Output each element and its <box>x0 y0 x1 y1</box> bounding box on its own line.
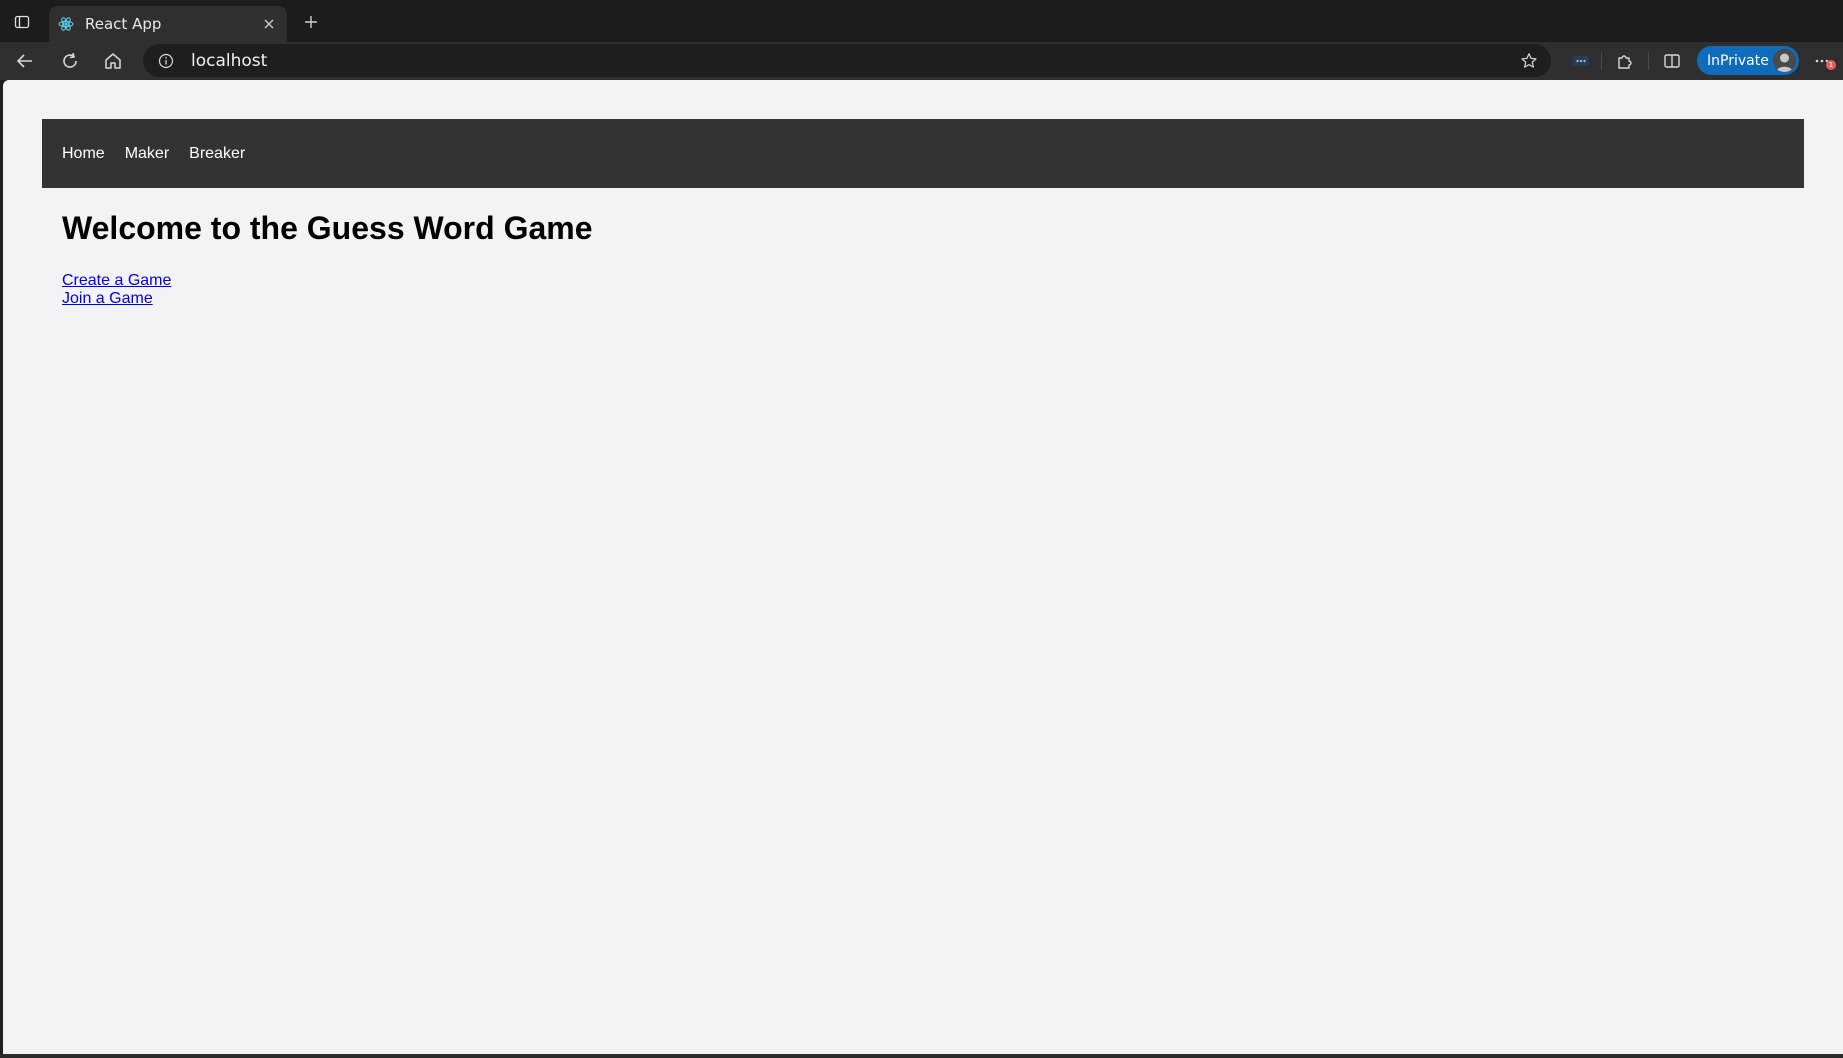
nav-link-maker[interactable]: Maker <box>125 145 169 163</box>
puzzle-icon[interactable] <box>1610 46 1640 76</box>
tab-actions-icon[interactable] <box>8 9 36 35</box>
info-icon[interactable] <box>157 52 175 70</box>
plus-icon[interactable] <box>298 10 324 34</box>
refresh-icon[interactable] <box>55 46 85 76</box>
site-navbar: Home Maker Breaker <box>42 119 1804 188</box>
window-bottom-edge <box>0 1054 1843 1058</box>
avatar <box>1773 49 1796 72</box>
url-text: localhost <box>191 51 268 71</box>
extension-icon[interactable] <box>1566 46 1596 76</box>
split-screen-icon[interactable] <box>1657 46 1687 76</box>
inprivate-label: InPrivate <box>1707 52 1769 69</box>
nav-link-home[interactable]: Home <box>62 145 105 163</box>
browser-tab[interactable]: React App <box>49 6 287 42</box>
toolbar-divider <box>1648 52 1649 70</box>
browser-toolbar: localhost InPrivate 1 <box>0 42 1843 80</box>
page-title: Welcome to the Guess Word Game <box>62 210 593 246</box>
star-icon[interactable] <box>1519 51 1539 71</box>
page-viewport: Home Maker Breaker Welcome to the Guess … <box>3 80 1843 1054</box>
create-game-link[interactable]: Create a Game <box>62 272 593 290</box>
inprivate-profile-button[interactable]: InPrivate <box>1697 46 1799 75</box>
toolbar-divider <box>1601 52 1602 70</box>
close-icon[interactable] <box>261 16 277 32</box>
tab-title: React App <box>85 15 162 33</box>
notification-badge: 1 <box>1826 60 1836 70</box>
back-arrow-icon[interactable] <box>10 46 40 76</box>
game-links: Create a Game Join a Game <box>62 272 593 308</box>
main-content: Welcome to the Guess Word Game Create a … <box>62 210 593 308</box>
browser-tab-bar: React App <box>0 0 1843 42</box>
react-icon <box>57 15 75 33</box>
join-game-link[interactable]: Join a Game <box>62 290 593 308</box>
home-icon[interactable] <box>98 46 128 76</box>
nav-link-breaker[interactable]: Breaker <box>189 145 245 163</box>
address-bar[interactable]: localhost <box>143 44 1551 77</box>
